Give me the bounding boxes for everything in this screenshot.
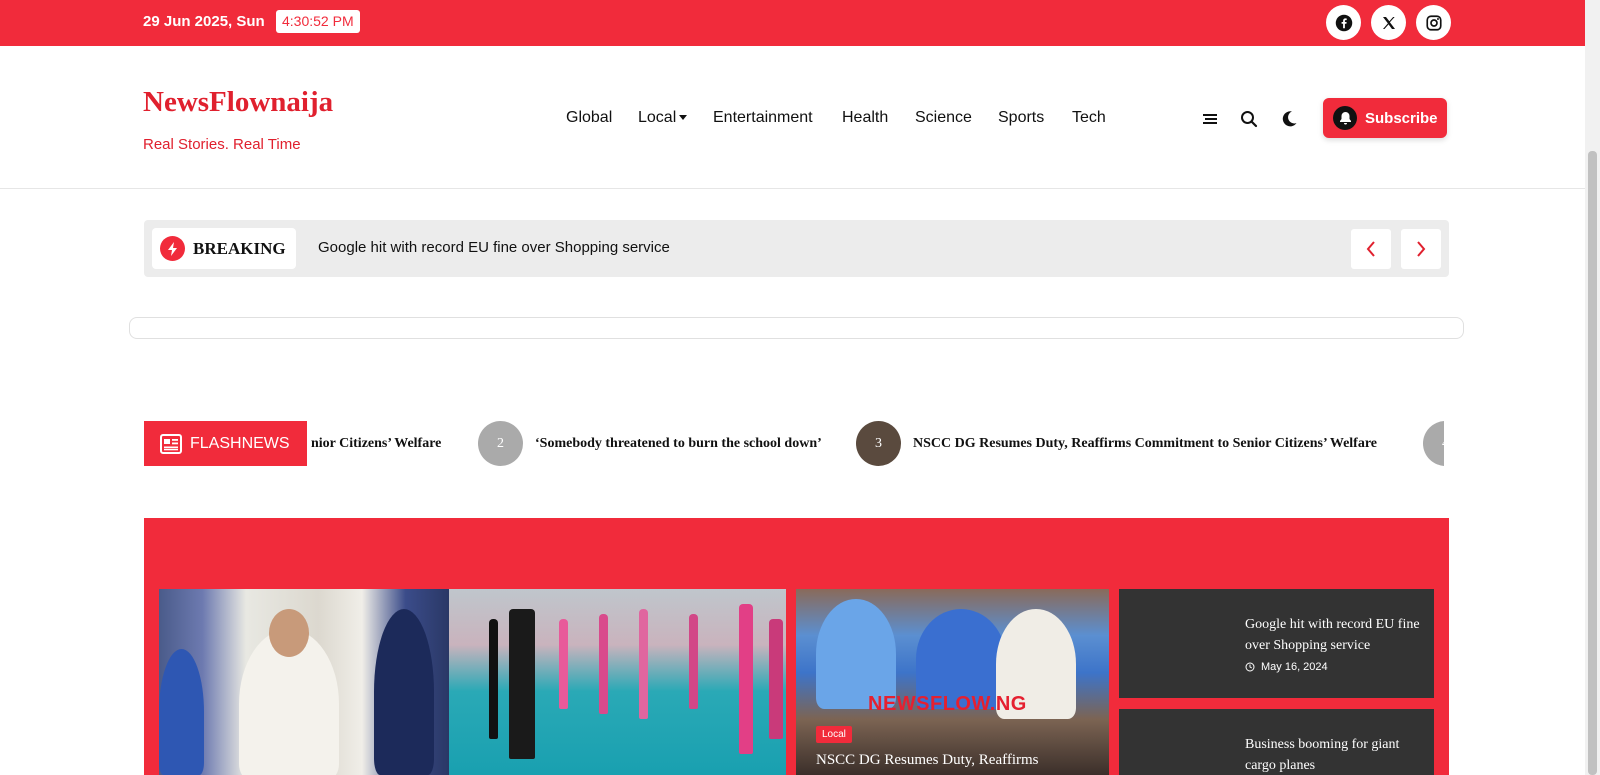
- clock-icon: [1245, 662, 1255, 672]
- flashnews-number: 3: [856, 421, 901, 466]
- lightning-icon: [160, 236, 185, 261]
- figure-shape: [639, 609, 648, 719]
- flashnews-ticker: nior Citizens’ Welfare 2 ‘Somebody threa…: [307, 421, 1444, 466]
- flashnews-number: 2: [478, 421, 523, 466]
- site-logo[interactable]: NewsFlownaija: [143, 86, 333, 119]
- bell-icon: [1333, 106, 1357, 130]
- site-tagline: Real Stories. Real Time: [143, 136, 301, 153]
- flashnews-number: 4: [1423, 421, 1444, 466]
- figure-shape: [269, 609, 309, 657]
- search-icon[interactable]: [1238, 108, 1260, 130]
- figure-shape: [689, 614, 698, 709]
- figure-shape: [489, 619, 498, 739]
- breaking-news-bar: BREAKING Google hit with record EU fine …: [144, 220, 1449, 277]
- breaking-next-button[interactable]: [1401, 229, 1441, 269]
- featured-image-3[interactable]: NEWSFLOW.NG Local NSCC DG Resumes Duty, …: [796, 589, 1109, 775]
- news-card-date-text: May 16, 2024: [1261, 661, 1328, 673]
- breaking-label-text: BREAKING: [193, 238, 286, 258]
- figure-shape: [739, 604, 753, 754]
- facebook-icon[interactable]: [1326, 5, 1361, 40]
- featured-image-2[interactable]: [449, 589, 786, 775]
- nav-entertainment[interactable]: Entertainment: [713, 109, 813, 127]
- nav-sports[interactable]: Sports: [998, 109, 1044, 127]
- flashnews-item[interactable]: nior Citizens’ Welfare: [311, 421, 441, 466]
- breaking-headline[interactable]: Google hit with record EU fine over Shop…: [318, 239, 670, 256]
- chevron-down-icon: [679, 115, 688, 121]
- nav-science[interactable]: Science: [915, 109, 972, 127]
- flashnews-title: ‘Somebody threatened to burn the school …: [535, 435, 822, 451]
- image-watermark: NEWSFLOW.NG: [868, 693, 1027, 715]
- figure-shape: [159, 649, 204, 775]
- news-card-title[interactable]: Business booming for giant cargo planes: [1245, 734, 1420, 775]
- nav-local[interactable]: Local: [638, 109, 688, 127]
- flashnews-label-text: FLASHNEWS: [190, 434, 290, 452]
- category-badge[interactable]: Local: [816, 726, 852, 743]
- nav-local-label: Local: [638, 109, 677, 126]
- nav-tech[interactable]: Tech: [1072, 109, 1106, 127]
- dark-mode-icon[interactable]: [1278, 108, 1300, 130]
- top-bar: 29 Jun 2025, Sun 4:30:52 PM: [0, 0, 1585, 46]
- subscribe-label: Subscribe: [1365, 109, 1438, 127]
- site-header: NewsFlownaija Real Stories. Real Time Gl…: [0, 46, 1585, 189]
- instagram-icon[interactable]: [1416, 5, 1451, 40]
- chevron-left-icon: [1366, 241, 1375, 257]
- flashnews-label: FLASHNEWS: [144, 421, 307, 466]
- x-icon[interactable]: [1371, 5, 1406, 40]
- news-card[interactable]: Business booming for giant cargo planes: [1119, 709, 1434, 775]
- scrollbar-thumb[interactable]: [1588, 151, 1597, 775]
- flashnews-title: NSCC DG Resumes Duty, Reaffirms Commitme…: [913, 435, 1378, 451]
- newspaper-icon: [160, 433, 182, 454]
- chevron-right-icon: [1417, 241, 1426, 257]
- figure-shape: [509, 609, 535, 759]
- breaking-label: BREAKING: [152, 228, 296, 269]
- figure-shape: [769, 619, 783, 739]
- flashnews-item[interactable]: 4: [1423, 421, 1444, 466]
- current-date: 29 Jun 2025, Sun: [143, 13, 265, 30]
- featured-image-1[interactable]: [159, 589, 449, 775]
- news-card-title[interactable]: Google hit with record EU fine over Shop…: [1245, 614, 1420, 656]
- nav-global[interactable]: Global: [566, 109, 612, 127]
- figure-shape: [374, 609, 434, 775]
- news-card[interactable]: Google hit with record EU fine over Shop…: [1119, 589, 1434, 698]
- nav-health[interactable]: Health: [842, 109, 888, 127]
- news-card-date: May 16, 2024: [1245, 661, 1328, 673]
- subscribe-button[interactable]: Subscribe: [1323, 98, 1447, 138]
- current-time: 4:30:52 PM: [276, 10, 360, 33]
- featured-section: NEWSFLOW.NG Local NSCC DG Resumes Duty, …: [144, 518, 1449, 775]
- breaking-prev-button[interactable]: [1351, 229, 1391, 269]
- figure-shape: [559, 619, 568, 709]
- flashnews-item[interactable]: 3 NSCC DG Resumes Duty, Reaffirms Commit…: [856, 421, 1377, 466]
- ad-placeholder: [129, 317, 1464, 339]
- figure-shape: [599, 614, 608, 714]
- menu-icon[interactable]: [1199, 108, 1221, 130]
- flashnews-title: nior Citizens’ Welfare: [311, 435, 442, 451]
- featured-title[interactable]: NSCC DG Resumes Duty, Reaffirms: [816, 752, 1039, 769]
- flashnews-item[interactable]: 2 ‘Somebody threatened to burn the schoo…: [478, 421, 822, 466]
